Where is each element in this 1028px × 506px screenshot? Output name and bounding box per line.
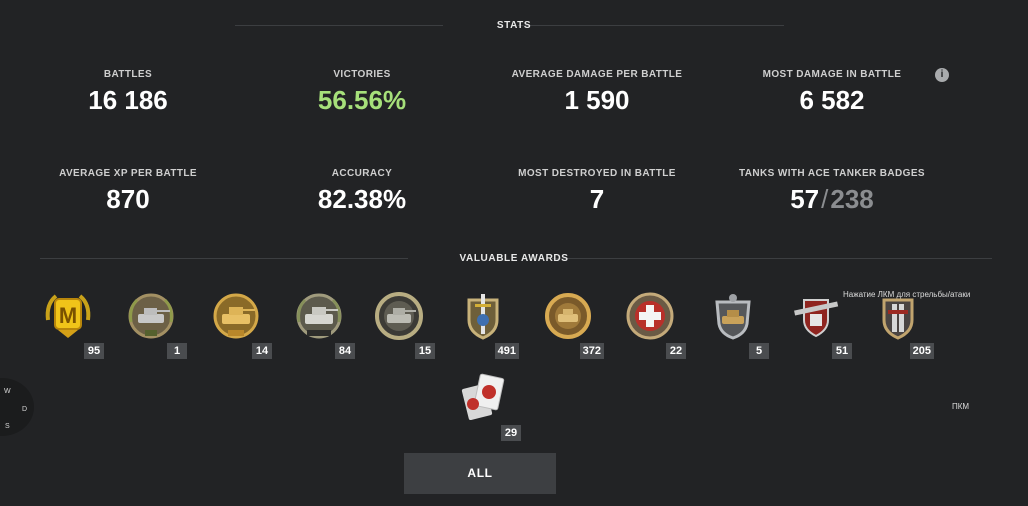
tank-medal-2-icon [213,293,259,339]
awards-section-header: VALUABLE AWARDS [0,249,1028,269]
award-item[interactable]: 15 [365,290,435,360]
stat-value: 870 [106,184,150,214]
award-count: 84 [335,343,355,359]
tank-medal-3-icon [296,293,342,339]
stat-label: BATTLES [103,69,153,80]
tank-medal-4-icon [375,292,423,340]
stat-victories: VICTORIES 56.56% [262,69,462,116]
mouse-hint: ПКМ [952,402,970,411]
stat-label: AVERAGE DAMAGE PER BATTLE [511,69,683,80]
award-count: 22 [666,343,686,359]
stat-label: AVERAGE XP PER BATTLE [59,168,197,179]
stat-label: ACCURACY [331,168,393,179]
compass-s: S [5,423,10,430]
award-count: 29 [501,425,521,441]
cannon-shield-medal-icon [794,299,839,338]
mastery-m-badge-icon: M [45,294,91,338]
award-count: 205 [909,343,934,359]
stat-battles: BATTLES 16 186 [28,69,228,116]
tank-medal-1-icon [128,293,174,339]
award-item[interactable]: 22 [616,290,686,360]
stat-most-damage: MOST DAMAGE IN BATTLE 6 582 [732,69,932,116]
stats-section-header: STATS [0,16,1028,36]
stats-title: STATS [496,20,532,31]
award-count: 15 [415,343,435,359]
stat-most-destroyed: MOST DESTROYED IN BATTLE 7 [497,168,697,215]
stat-label: VICTORIES [333,69,391,80]
info-icon[interactable]: i [935,68,949,82]
stat-average-damage: AVERAGE DAMAGE PER BATTLE 1 590 [497,69,697,116]
stat-value: 57/238 [732,184,932,215]
svg-text:M: M [59,303,77,328]
award-count: 372 [579,343,604,359]
awards-title: VALUABLE AWARDS [459,253,569,264]
compass-widget: W D S [0,378,34,436]
ace-total: 238 [830,184,874,214]
stat-label: MOST DESTROYED IN BATTLE [518,168,676,179]
all-awards-button[interactable]: ALL [404,453,556,494]
award-count: 491 [494,343,519,359]
award-item[interactable]: 205 [864,290,934,360]
stat-label: MOST DAMAGE IN BATTLE [762,69,902,80]
stat-ace-tanker: TANKS WITH ACE TANKER BADGES 57/238 [732,168,932,215]
cards-award-icon [461,373,505,421]
award-item[interactable]: M 95 [34,290,104,360]
tooltip-hint: Нажатие ЛКМ для стрельбы/атаки [843,290,971,299]
stat-value: 7 [589,184,605,214]
stat-value: 1 590 [564,85,630,115]
stat-average-xp: AVERAGE XP PER BATTLE 870 [28,168,228,215]
compass-w: W [4,388,11,395]
award-item[interactable]: 1 [117,290,187,360]
award-item[interactable]: 5 [699,290,769,360]
award-item[interactable]: 491 [449,290,519,360]
sword-shield-medal-icon [467,294,499,340]
stat-accuracy: ACCURACY 82.38% [262,168,462,215]
award-item[interactable]: 84 [285,290,355,360]
stat-value: 82.38% [317,184,407,214]
award-item[interactable]: 14 [202,290,272,360]
tank-medal-6-icon [715,294,751,340]
red-cross-medal-icon [626,292,674,340]
award-count: 1 [167,343,187,359]
stat-label: TANKS WITH ACE TANKER BADGES [738,168,925,179]
award-item[interactable]: 372 [534,290,604,360]
stat-value: 56.56% [317,85,407,115]
award-count: 5 [749,343,769,359]
award-count: 51 [832,343,852,359]
award-item[interactable]: 29 [451,372,521,442]
award-item[interactable]: 51 [782,290,852,360]
tank-medal-5-icon [545,293,591,339]
award-count: 14 [252,343,272,359]
ace-count: 57 [790,184,820,214]
stat-value: 16 186 [88,85,168,115]
award-count: 95 [84,343,104,359]
stat-value: 6 582 [799,85,865,115]
ace-separator: / [821,184,829,214]
compass-d: D [22,406,28,413]
